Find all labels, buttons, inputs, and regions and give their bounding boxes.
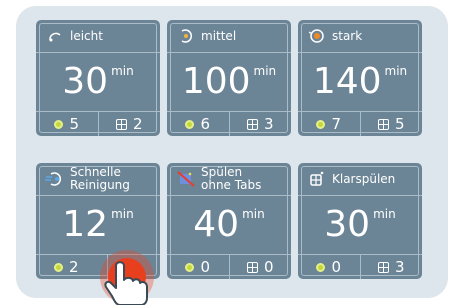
program-duration: 30 min <box>36 60 160 106</box>
indicator-value: 2 <box>69 258 79 276</box>
program-label: mittel <box>201 28 237 43</box>
duration-unit: min <box>111 207 134 221</box>
tile-header: leicht <box>36 20 160 52</box>
tab-count: 2 <box>97 112 161 136</box>
indicator-value: 5 <box>69 115 80 133</box>
label-line-1: Schnelle <box>70 165 121 179</box>
duration-value: 12 <box>62 204 109 245</box>
tab-value: 3 <box>394 258 405 276</box>
tab-count: 0 <box>228 255 292 279</box>
duration-unit: min <box>384 64 408 78</box>
tile-header: stark <box>298 20 422 52</box>
tab-value: 5 <box>394 115 405 133</box>
indicator-value: 7 <box>331 115 342 133</box>
indicator-count: 5 <box>36 112 98 136</box>
program-tile-leicht[interactable]: leicht 30 min 5 2 <box>36 20 160 136</box>
divider <box>36 195 160 196</box>
duration-value: 30 <box>62 61 109 102</box>
indicator-dot-icon <box>185 262 195 272</box>
program-tile-klarspuelen[interactable]: Klarspülen 30 min 0 3 <box>298 163 422 279</box>
indicator-dot-icon <box>185 119 195 129</box>
tab-icon <box>377 118 389 130</box>
pointing-hand-icon <box>104 261 148 305</box>
program-tile-stark[interactable]: stark 140 min 7 5 <box>298 20 422 136</box>
program-label: leicht <box>70 28 103 43</box>
tile-footer: 5 2 <box>36 111 160 136</box>
tile-footer: 6 3 <box>167 111 291 136</box>
indicator-count: 0 <box>298 255 360 279</box>
duration-unit: min <box>253 64 277 78</box>
program-label: Schnelle Reinigung <box>70 166 130 192</box>
indicator-dot-icon <box>54 119 64 129</box>
indicator-dot-icon <box>316 262 326 272</box>
indicator-value: 6 <box>200 115 211 133</box>
rinse-aid-icon <box>306 169 328 189</box>
divider <box>298 195 422 196</box>
program-duration: 140 min <box>298 60 422 106</box>
tab-value: 2 <box>132 115 143 133</box>
tile-header: Schnelle Reinigung <box>36 163 160 195</box>
tile-footer: 7 5 <box>298 111 422 136</box>
divider <box>167 195 291 196</box>
tile-header: Spülen ohne Tabs <box>167 163 291 195</box>
tab-icon <box>377 261 389 273</box>
program-duration: 100 min <box>167 60 291 106</box>
duration-value: 40 <box>193 204 240 245</box>
divider <box>36 52 160 53</box>
program-duration: 12 min <box>36 203 160 249</box>
tile-footer: 0 0 <box>167 254 291 279</box>
label-line-1: Spülen <box>201 165 243 179</box>
indicator-dot-icon <box>316 119 326 129</box>
tab-count: 3 <box>228 112 292 136</box>
program-label: Klarspülen <box>332 171 396 186</box>
indicator-count: 0 <box>167 255 229 279</box>
indicator-count: 7 <box>298 112 360 136</box>
program-label: Spülen ohne Tabs <box>201 166 261 192</box>
tile-header: mittel <box>167 20 291 52</box>
program-label: stark <box>332 28 363 43</box>
indicator-value: 0 <box>200 258 211 276</box>
tab-value: 3 <box>263 115 274 133</box>
duration-unit: min <box>111 64 134 78</box>
duration-value: 140 <box>312 61 382 102</box>
quick-clean-icon <box>44 169 66 189</box>
program-tile-spuelen-ohne-tabs[interactable]: Spülen ohne Tabs 40 min 0 0 <box>167 163 291 279</box>
rinse-no-tabs-icon <box>175 169 197 189</box>
tile-footer: 0 3 <box>298 254 422 279</box>
program-duration: 30 min <box>298 203 422 249</box>
medium-wash-icon <box>175 26 197 46</box>
tab-count: 5 <box>359 112 423 136</box>
light-wash-icon <box>44 26 66 46</box>
duration-unit: min <box>373 207 396 221</box>
label-line-2: Reinigung <box>70 178 130 192</box>
tab-count: 3 <box>359 255 423 279</box>
indicator-dot-icon <box>54 262 63 272</box>
divider <box>298 52 422 53</box>
indicator-count: 2 <box>36 255 107 279</box>
duration-value: 30 <box>324 204 371 245</box>
tab-icon <box>246 118 258 130</box>
tile-header: Klarspülen <box>298 163 422 195</box>
duration-unit: min <box>242 207 265 221</box>
divider <box>167 52 291 53</box>
tab-icon <box>246 261 258 273</box>
indicator-value: 0 <box>331 258 342 276</box>
indicator-count: 6 <box>167 112 229 136</box>
program-tile-mittel[interactable]: mittel 100 min 6 3 <box>167 20 291 136</box>
program-duration: 40 min <box>167 203 291 249</box>
tab-value: 0 <box>263 258 274 276</box>
strong-wash-icon <box>306 26 328 46</box>
duration-value: 100 <box>181 61 251 102</box>
tab-icon <box>115 118 127 130</box>
label-line-2: ohne Tabs <box>201 178 262 192</box>
